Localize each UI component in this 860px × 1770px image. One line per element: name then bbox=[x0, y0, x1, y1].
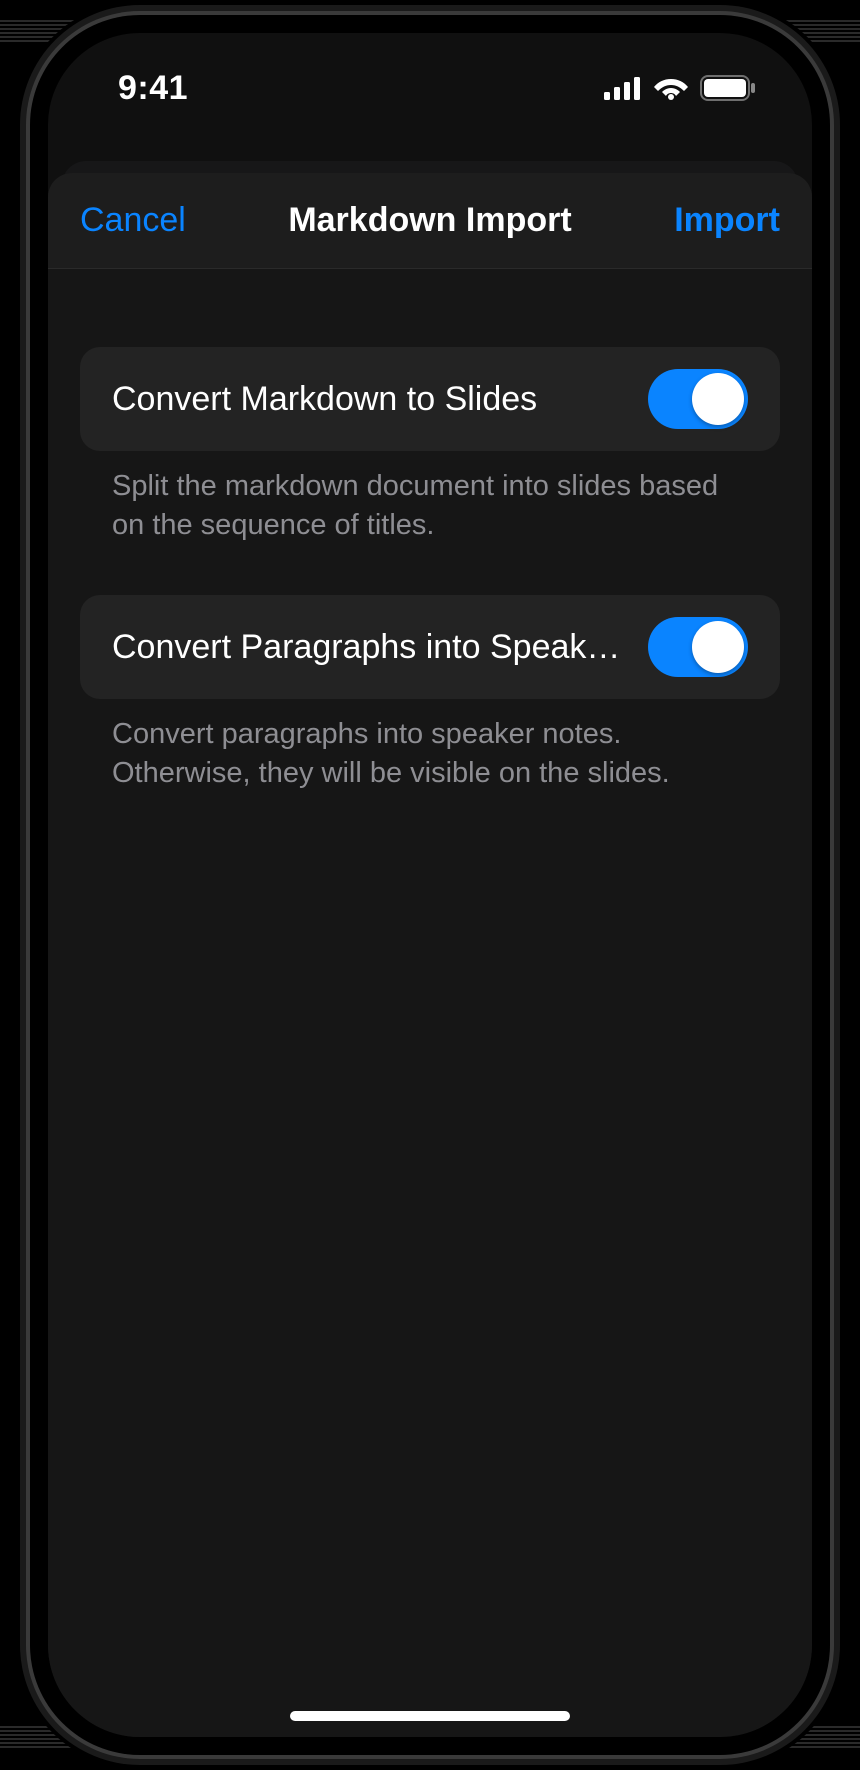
row-label: Convert Markdown to Slides bbox=[112, 380, 628, 419]
toggle-knob bbox=[692, 373, 744, 425]
wifi-icon bbox=[654, 76, 688, 100]
section-footer: Convert paragraphs into speaker notes. O… bbox=[80, 699, 780, 793]
section-convert-to-slides: Convert Markdown to Slides Split the mar… bbox=[80, 347, 780, 545]
row-convert-paragraphs: Convert Paragraphs into Speaker Notes bbox=[80, 595, 780, 699]
battery-icon bbox=[700, 75, 756, 101]
status-icons bbox=[604, 75, 756, 101]
section-footer: Split the markdown document into slides … bbox=[80, 451, 780, 545]
status-bar: 9:41 bbox=[48, 33, 812, 143]
toggle-knob bbox=[692, 621, 744, 673]
section-convert-paragraphs: Convert Paragraphs into Speaker Notes Co… bbox=[80, 595, 780, 793]
row-convert-to-slides: Convert Markdown to Slides bbox=[80, 347, 780, 451]
import-button[interactable]: Import bbox=[640, 201, 780, 240]
toggle-convert-paragraphs[interactable] bbox=[648, 617, 748, 677]
phone-frame: 9:41 bbox=[30, 15, 830, 1755]
sheet-content: Convert Markdown to Slides Split the mar… bbox=[48, 269, 812, 822]
toggle-convert-to-slides[interactable] bbox=[648, 369, 748, 429]
status-time: 9:41 bbox=[118, 69, 188, 108]
screen: 9:41 bbox=[48, 33, 812, 1737]
nav-bar: Cancel Markdown Import Import bbox=[48, 173, 812, 269]
row-label: Convert Paragraphs into Speaker Notes bbox=[112, 628, 628, 667]
cancel-button[interactable]: Cancel bbox=[80, 201, 220, 240]
markdown-import-sheet: Cancel Markdown Import Import Convert Ma… bbox=[48, 173, 812, 1737]
cellular-signal-icon bbox=[604, 76, 642, 100]
page-title: Markdown Import bbox=[220, 201, 640, 240]
home-indicator[interactable] bbox=[290, 1711, 570, 1721]
